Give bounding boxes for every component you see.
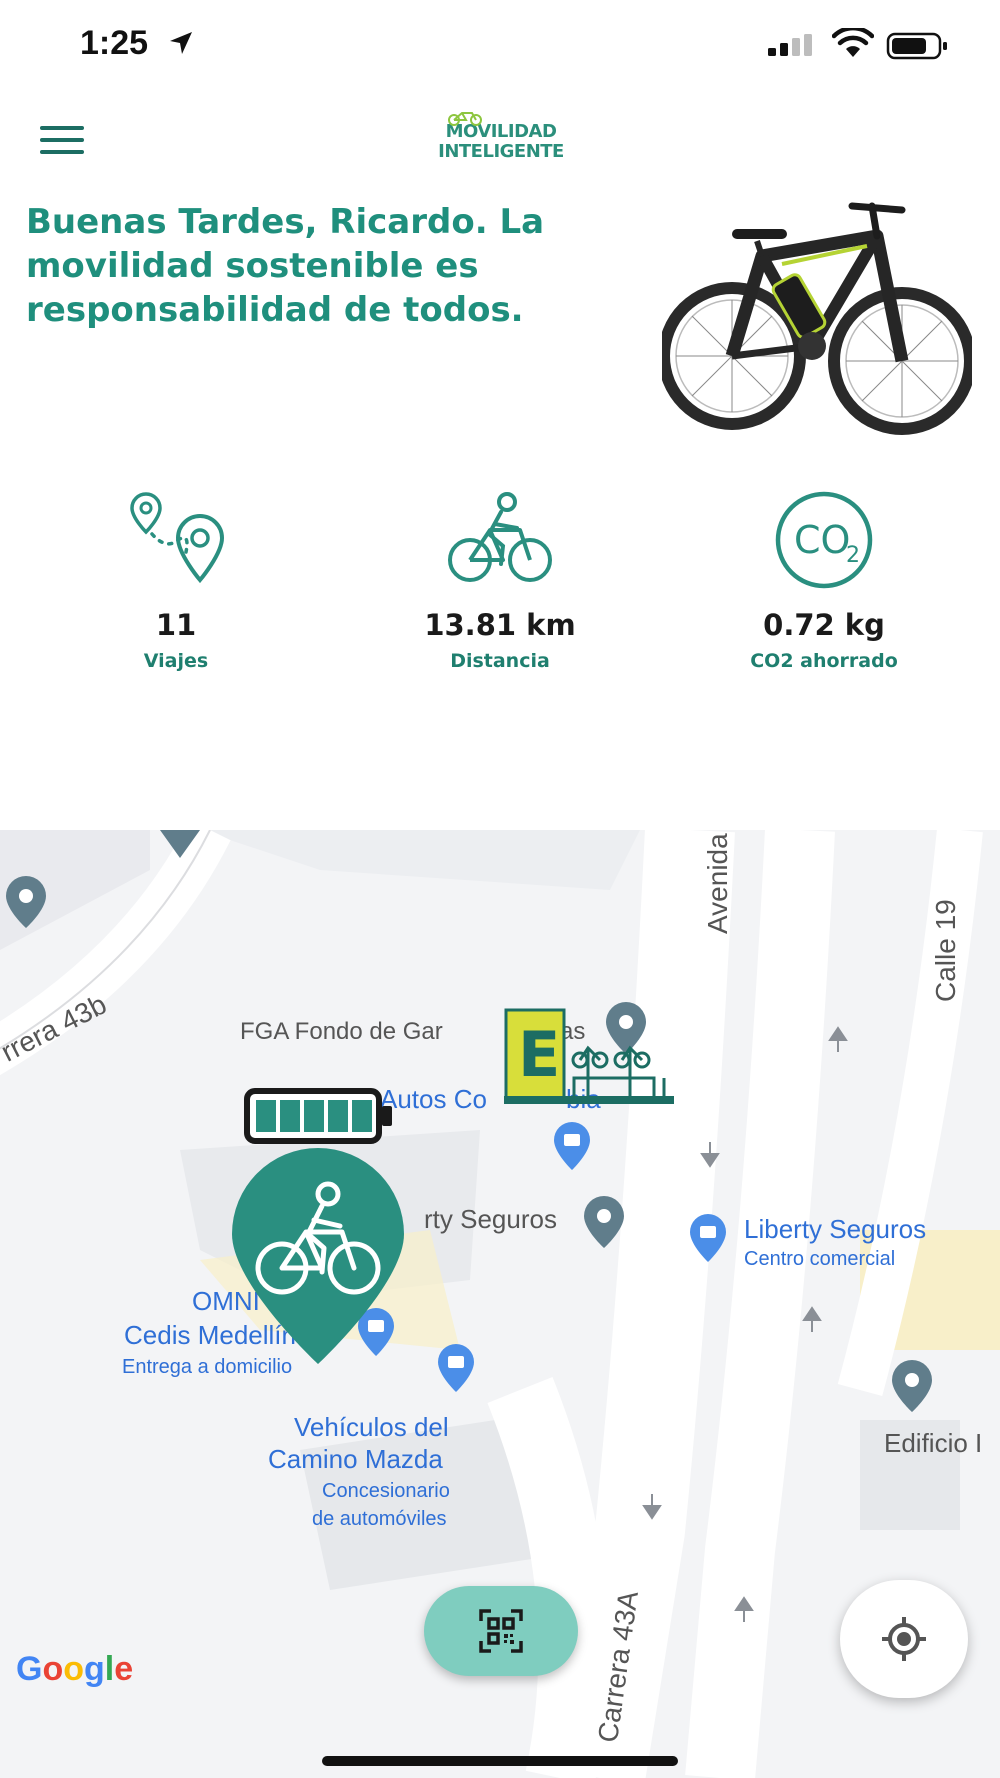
svg-text:2: 2 <box>846 543 860 568</box>
battery-cell <box>280 1100 300 1132</box>
place-sublabel-vehiculos-2: de automóviles <box>312 1508 447 1530</box>
shopping-pin-icon[interactable] <box>688 1212 728 1264</box>
street-label-calle-19: Calle 19 <box>930 899 961 1002</box>
route-pins-icon <box>130 492 225 584</box>
battery-cell <box>256 1100 276 1132</box>
place-label-edificio: Edificio I <box>884 1428 983 1458</box>
place-label-fga: FGA Fondo de Gar <box>240 1018 443 1045</box>
cellular-signal-icon <box>768 34 812 56</box>
battery-cell <box>352 1100 372 1132</box>
place-label-vehiculos-2: Camino Mazda <box>268 1444 443 1474</box>
wifi-icon <box>832 28 874 57</box>
shopping-pin-icon[interactable] <box>436 1342 476 1394</box>
battery-cell <box>304 1100 324 1132</box>
hamburger-menu-button[interactable] <box>40 126 90 158</box>
greeting-text: Buenas Tardes, Ricardo. La movilidad sos… <box>26 202 545 330</box>
home-indicator <box>322 1756 678 1766</box>
place-pin-icon[interactable] <box>890 1358 934 1414</box>
stat-distance: 13.81 km Distancia <box>370 490 630 672</box>
menu-line <box>40 150 84 154</box>
google-logo-letter: o <box>63 1650 85 1688</box>
place-label-vehiculos-1: Vehículos del <box>294 1412 449 1442</box>
shopping-pin-icon[interactable] <box>552 1120 592 1172</box>
distance-label: Distancia <box>450 650 550 672</box>
status-bar: 1:25 <box>0 0 1000 90</box>
bike-station-letter: E <box>518 1018 561 1091</box>
google-logo-letter: G <box>16 1650 43 1688</box>
logo-text-bottom: INTELIGENTE <box>438 141 564 162</box>
battery-level-icon <box>244 1088 392 1144</box>
place-pin-icon[interactable] <box>582 1194 626 1250</box>
google-logo-letter: e <box>114 1650 134 1688</box>
map-view[interactable]: rrera 43b Avenida Calle 19 FGA Fondo de … <box>0 830 1000 1778</box>
crosshair-icon <box>882 1617 926 1661</box>
location-arrow-icon <box>170 32 192 54</box>
place-sublabel-vehiculos-1: Concesionario <box>322 1480 450 1502</box>
bike-location-marker[interactable] <box>230 1146 406 1366</box>
google-logo: Google <box>16 1650 133 1689</box>
place-label-liberty-left: rty Seguros <box>424 1204 557 1234</box>
app-logo: MOVILIDAD INTELIGENTE <box>436 110 566 176</box>
stat-trips: 11 Viajes <box>46 490 306 672</box>
co2-value: 0.72 kg <box>763 608 885 642</box>
trips-label: Viajes <box>143 650 209 672</box>
place-label-liberty-right: Liberty Seguros <box>744 1214 927 1244</box>
scan-qr-button[interactable] <box>424 1586 578 1676</box>
menu-line <box>40 138 84 142</box>
place-label-autos: Autos Co <box>380 1084 487 1114</box>
cyclist-icon <box>448 492 552 582</box>
svg-text:CO: CO <box>794 518 850 562</box>
street-label-avenida: Avenida <box>702 833 733 934</box>
ebike-image <box>662 202 972 435</box>
trips-value: 11 <box>155 608 197 642</box>
stat-co2: CO 2 0.72 kg CO2 ahorrado <box>694 490 954 672</box>
qr-code-icon <box>479 1609 523 1653</box>
logo-bike-icon <box>448 112 482 126</box>
my-location-button[interactable] <box>840 1580 968 1698</box>
google-logo-letter: l <box>104 1650 115 1688</box>
co2-label: CO2 ahorrado <box>750 650 898 672</box>
status-time: 1:25 <box>80 24 149 62</box>
co2-icon: CO 2 <box>775 491 873 589</box>
menu-line <box>40 126 84 130</box>
place-pin-icon[interactable] <box>4 874 48 930</box>
google-logo-letter: g <box>84 1650 105 1688</box>
battery-cell <box>328 1100 348 1132</box>
distance-value: 13.81 km <box>424 608 576 642</box>
battery-status-icon <box>886 32 947 60</box>
google-logo-letter: o <box>42 1650 64 1688</box>
place-sublabel-liberty-right: Centro comercial <box>744 1248 896 1270</box>
